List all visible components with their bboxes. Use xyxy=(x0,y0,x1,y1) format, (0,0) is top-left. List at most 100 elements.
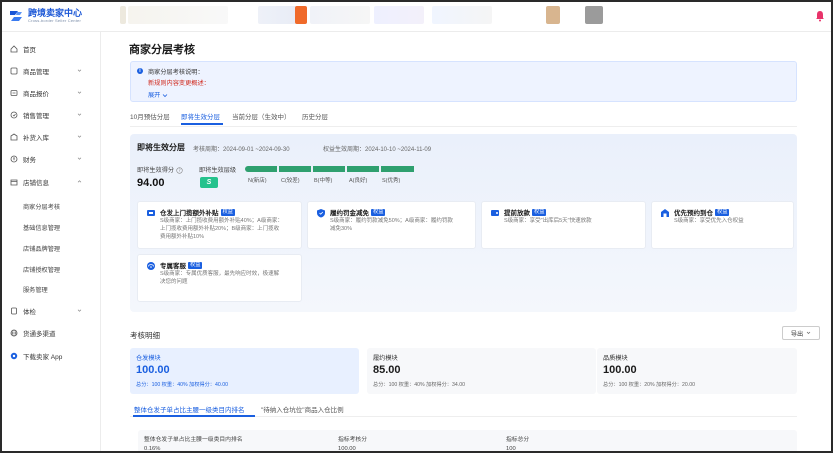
assess-period: 考核周期：2024-09-01 ~2024-09-30 xyxy=(193,147,290,153)
module-name: 品质模块 xyxy=(603,355,628,362)
scale-label: C(较差) xyxy=(281,178,300,184)
sidebar-item-finance[interactable]: ¥ 财务 xyxy=(2,150,101,168)
expand-label: 展开 xyxy=(148,92,161,99)
module-name: 履约模块 xyxy=(373,355,398,362)
benefit-card[interactable]: 专属客服 权益 S级商家：专属优质客服，最先响应时效，极速解 决您的问题 xyxy=(137,254,302,302)
metric-score-value: 100.00 xyxy=(338,446,356,452)
help-icon[interactable]: ? xyxy=(176,167,183,174)
module-score: 100.00 xyxy=(603,364,637,376)
sidebar-item-pricing[interactable]: 商品报价 xyxy=(2,84,101,102)
benefit-desc: 决您的问题 xyxy=(160,279,188,285)
sidebar-subitem-services[interactable]: 服务管理 xyxy=(23,285,48,294)
support-icon xyxy=(147,262,155,270)
chevron-down-icon xyxy=(77,309,82,312)
benefit-title: 专属客服 xyxy=(160,263,186,270)
benefit-badge: 权益 xyxy=(220,208,235,216)
metric-score-label: 指标考核分 xyxy=(338,437,367,443)
scale-label: B(中等) xyxy=(314,178,333,184)
sidebar-item-checkup[interactable]: 体检 xyxy=(2,302,101,320)
module-score: 85.00 xyxy=(373,364,401,376)
sidebar-item-label: 商品管理 xyxy=(23,69,49,76)
benefit-desc: 费用额外补贴10% xyxy=(160,234,205,240)
module-card-warehouse[interactable]: 仓发模块 100.00 总分：100 权重：40% 加权得分：40.00 xyxy=(130,348,359,394)
scale-segment xyxy=(381,166,414,172)
globe-icon xyxy=(10,329,18,337)
sidebar-item-label: 货通多渠道 xyxy=(23,331,56,338)
blurred-region xyxy=(310,6,370,24)
sidebar-item-restock[interactable]: 补货入库 xyxy=(2,128,101,146)
benefit-badge: 权益 xyxy=(532,208,547,216)
shield-icon xyxy=(317,209,325,218)
module-meta: 总分：100 权重：20% 加权得分：20.00 xyxy=(603,382,695,388)
sidebar-item-download-app[interactable]: 下载卖家 App xyxy=(2,347,101,365)
chevron-down-icon xyxy=(806,331,811,334)
metric-total-label: 指标总分 xyxy=(506,437,530,443)
module-meta: 总分：100 权重：40% 加权得分：40.00 xyxy=(136,382,228,388)
sidebar-item-products[interactable]: 商品管理 xyxy=(2,62,101,80)
export-button[interactable]: 导出 xyxy=(782,326,820,340)
metric-total-value: 100 xyxy=(506,446,516,452)
scale-segment xyxy=(347,166,379,172)
sidebar-item-store[interactable]: 店铺信息 xyxy=(2,173,101,191)
expand-link[interactable]: 展开 xyxy=(148,90,168,99)
app-window: 跨境卖家中心 Cross-border Seller Center 首页 商品管… xyxy=(0,0,833,453)
blurred-region xyxy=(585,6,603,24)
logo-icon xyxy=(10,11,22,21)
tab-metric-inbound-ratio[interactable]: "待纳入仓坑位"商品入仓比例 xyxy=(261,404,344,414)
benefit-badge: 权益 xyxy=(715,208,730,216)
blurred-region xyxy=(258,6,298,24)
sidebar-item-label: 补货入库 xyxy=(23,135,49,142)
finance-icon: ¥ xyxy=(10,155,18,163)
app-icon xyxy=(10,352,18,360)
sidebar-item-label: 店铺信息 xyxy=(23,180,49,187)
tab-history[interactable]: 历史分层 xyxy=(302,111,328,121)
sales-icon xyxy=(10,111,18,119)
benefit-card[interactable]: 提前放款 权益 S级商家：享受"出库后5天"快速放款 xyxy=(481,201,646,249)
benefit-badge: 权益 xyxy=(188,261,203,269)
benefit-card[interactable]: 履约罚金减免 权益 S级商家：履约罚款减免50%；A级商家：履约罚款 减免30% xyxy=(307,201,476,249)
tab-upcoming[interactable]: 即将生效分层 xyxy=(181,111,220,121)
tab-october-estimate[interactable]: 10月预估分层 xyxy=(130,111,170,121)
sidebar-item-label: 体检 xyxy=(23,309,36,316)
active-tab-indicator xyxy=(181,123,223,125)
tab-metric-ranking[interactable]: 整体仓发子单占比主腰一级类目内排名 xyxy=(134,404,245,414)
notice-title: 商家分层考核说明： xyxy=(148,69,204,76)
benefit-badge: 权益 xyxy=(371,208,386,216)
module-card-quality[interactable]: 品质模块 100.00 总分：100 权重：20% 加权得分：20.00 xyxy=(597,348,797,394)
scale-label: N(新店) xyxy=(248,178,267,184)
notice-subtitle: 新规则内容变更概述： xyxy=(148,80,210,87)
module-card-fulfillment[interactable]: 履约模块 85.00 总分：100 权重：40% 加权得分：34.00 xyxy=(367,348,596,394)
divider xyxy=(130,126,797,127)
sidebar-item-home[interactable]: 首页 xyxy=(2,40,101,58)
sidebar-item-sales[interactable]: 销售管理 xyxy=(2,106,101,124)
benefit-card[interactable]: 优先预约到仓 权益 S级商家：享受优先入仓权益 xyxy=(651,201,794,249)
benefit-title: 提前放款 xyxy=(504,210,530,217)
metric-value: 0.16% xyxy=(144,446,161,452)
metric-detail: 整体仓发子单占比主腰一级类目内排名 0.16% 指标考核分 100.00 指标总… xyxy=(138,430,797,452)
sidebar-subitem-brand[interactable]: 店铺品牌管理 xyxy=(23,244,60,253)
benefit-period: 权益生效周期：2024-10-10 ~2024-11-09 xyxy=(323,147,432,153)
chevron-down-icon xyxy=(77,135,82,138)
active-tab-indicator xyxy=(133,415,255,417)
blurred-region xyxy=(432,6,492,24)
restock-icon xyxy=(10,133,18,141)
sidebar-item-label: 下载卖家 App xyxy=(23,354,63,361)
sidebar-subitem-basic-info[interactable]: 基础信息管理 xyxy=(23,223,60,232)
checkup-icon xyxy=(11,307,17,315)
scale-segment xyxy=(245,166,277,172)
benefit-desc: 上门揽收费用额外补贴20%；B级商家：上门揽收 xyxy=(160,226,280,232)
export-label: 导出 xyxy=(790,330,804,338)
sidebar-subitem-authorization[interactable]: 店铺授权管理 xyxy=(23,265,60,274)
sidebar-item-multichannel[interactable]: 货通多渠道 xyxy=(2,324,101,342)
store-icon xyxy=(10,179,18,186)
sidebar-subitem-tier-assessment[interactable]: 商家分层考核 xyxy=(23,202,60,211)
benefit-card[interactable]: 仓发上门揽额外补贴 权益 S级商家：上门揽收费用额外补贴40%；A级商家： 上门揽… xyxy=(137,201,302,249)
warehouse-icon xyxy=(661,209,669,217)
app-name-en: Cross-border Seller Center xyxy=(28,18,81,23)
app-logo[interactable]: 跨境卖家中心 Cross-border Seller Center xyxy=(8,9,82,23)
bell-icon[interactable] xyxy=(815,10,825,22)
level-badge: S xyxy=(200,177,218,188)
blurred-region xyxy=(546,6,560,24)
tab-current[interactable]: 当前分层（生效中） xyxy=(232,111,291,121)
chevron-down-icon xyxy=(77,91,82,94)
